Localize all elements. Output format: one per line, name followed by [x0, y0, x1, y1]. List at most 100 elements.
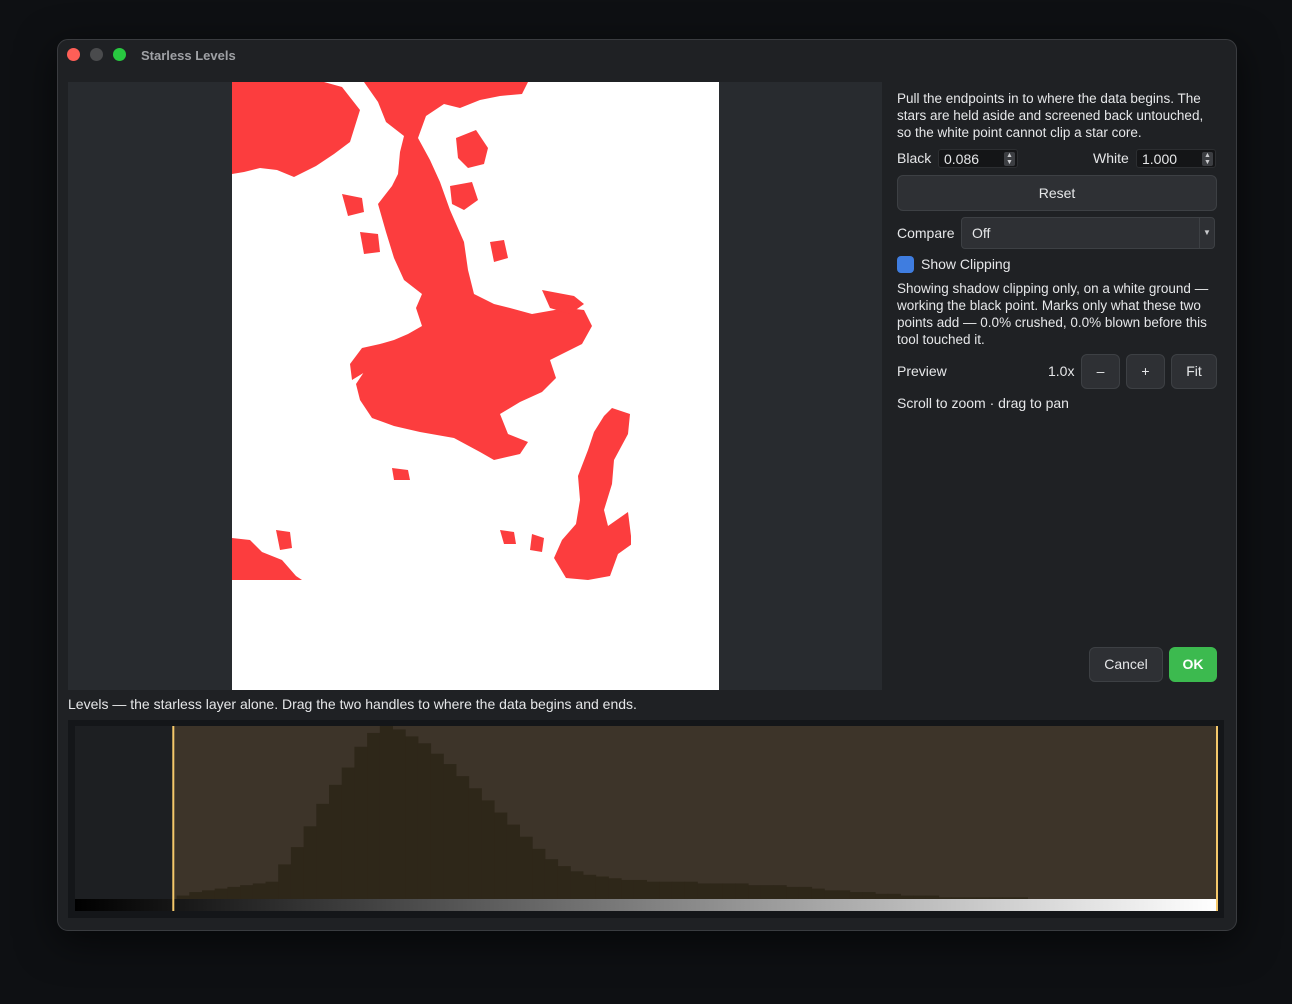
chevron-down-icon: ▼	[1199, 218, 1214, 248]
histogram-bar	[671, 881, 686, 899]
histogram-bar	[392, 729, 406, 899]
histogram-bar	[1014, 897, 1028, 899]
histogram-bar	[735, 883, 749, 899]
cancel-button[interactable]: Cancel	[1089, 647, 1163, 682]
histogram-bar	[773, 885, 787, 899]
reset-button[interactable]: Reset	[897, 175, 1217, 211]
histogram-bar	[786, 886, 800, 899]
histogram-bar	[456, 776, 470, 899]
histogram-bar	[316, 803, 330, 899]
show-clipping-label[interactable]: Show Clipping	[921, 256, 1011, 272]
black-point-value: 0.086	[944, 151, 980, 167]
compare-dropdown[interactable]: Off ▼	[961, 217, 1215, 249]
histogram-bar	[417, 743, 432, 899]
histogram-bar	[214, 888, 228, 899]
instructions-text: Pull the endpoints in to where the data …	[897, 91, 1204, 140]
histogram-bar	[964, 897, 978, 899]
histogram-bar	[570, 871, 584, 899]
histogram-bar	[468, 788, 482, 899]
black-point-spinbox[interactable]: 0.086 ▲ ▼	[938, 149, 1018, 168]
histogram-bar	[176, 895, 190, 899]
histogram-bar	[659, 881, 673, 899]
histogram-bar	[989, 897, 1003, 899]
preview-image[interactable]	[232, 82, 719, 690]
histogram-bar	[798, 886, 813, 899]
clipping-note-text: Showing shadow clipping only, on a white…	[897, 281, 1209, 347]
zoom-window-button[interactable]	[113, 48, 126, 61]
histogram-bar	[875, 893, 889, 899]
ok-button[interactable]: OK	[1169, 647, 1217, 682]
histogram-bar	[506, 824, 520, 899]
histogram-bar	[760, 885, 774, 899]
histogram-bar	[202, 890, 216, 899]
black-point-stepper-icon[interactable]: ▲ ▼	[1004, 152, 1015, 166]
histogram-bar	[265, 881, 279, 899]
histogram-bar	[837, 890, 851, 899]
zoom-in-button[interactable]: +	[1126, 354, 1165, 389]
zoom-out-button[interactable]: –	[1081, 354, 1120, 389]
histogram-bar	[608, 878, 622, 899]
histogram-bar	[887, 893, 901, 899]
image-preview[interactable]	[68, 82, 882, 690]
minimize-window-button[interactable]	[90, 48, 103, 61]
histogram-bar	[722, 883, 736, 899]
show-clipping-checkbox[interactable]	[897, 256, 914, 273]
histogram-bar	[824, 890, 838, 899]
window-title: Starless Levels	[141, 48, 236, 63]
histogram-bar	[303, 826, 317, 899]
gradient-bar	[75, 899, 1218, 911]
fit-button[interactable]: Fit	[1171, 354, 1217, 389]
histogram-bar	[379, 726, 393, 899]
histogram-bar	[227, 886, 241, 899]
compare-value: Off	[972, 225, 991, 241]
histogram-bar	[494, 812, 508, 899]
histogram-bar	[913, 895, 927, 899]
histogram-bar	[290, 847, 305, 899]
zoom-level-readout: 1.0x	[1048, 363, 1075, 379]
white-point-spinbox[interactable]: 1.000 ▲ ▼	[1136, 149, 1216, 168]
histogram-bar	[938, 897, 952, 899]
histogram-bar	[240, 885, 254, 899]
histogram-bar	[646, 881, 660, 899]
histogram-bar	[684, 881, 698, 899]
preview-label: Preview	[897, 363, 947, 379]
histogram-bar	[925, 895, 940, 899]
histogram-bar	[367, 732, 381, 899]
histogram-bar	[595, 876, 609, 899]
histogram-bar	[519, 836, 533, 899]
starless-levels-window: Starless Levels Pull the endpoints in to…	[57, 39, 1237, 931]
histogram-bar	[544, 859, 559, 899]
histogram-bar	[557, 866, 571, 899]
histogram-bar	[849, 892, 863, 899]
histogram-bar	[951, 897, 965, 899]
histogram-bar	[481, 800, 495, 899]
white-point-stepper-icon[interactable]: ▲ ▼	[1202, 152, 1213, 166]
histogram-bar	[811, 888, 825, 899]
histogram-bar	[633, 879, 647, 899]
title-bar: Starless Levels	[58, 40, 1236, 70]
black-point-label: Black	[897, 150, 932, 166]
histogram-bar	[900, 895, 914, 899]
zoom-hint-text: Scroll to zoom · drag to pan	[897, 395, 1069, 411]
histogram-bar	[1002, 897, 1016, 899]
histogram-bar	[189, 892, 203, 899]
histogram-bar	[430, 753, 444, 899]
histogram-bar	[443, 764, 457, 899]
histogram-bar	[252, 883, 266, 899]
white-point-value: 1.000	[1142, 151, 1178, 167]
close-window-button[interactable]	[67, 48, 80, 61]
histogram-bar	[748, 885, 762, 899]
histogram-bar	[621, 879, 635, 899]
histogram-bar	[329, 784, 343, 899]
histogram-bar	[710, 883, 724, 899]
histogram-bar	[976, 897, 990, 899]
compare-label: Compare	[897, 225, 955, 241]
histogram-bar	[862, 892, 876, 899]
levels-histogram[interactable]	[75, 726, 1218, 912]
levels-caption: Levels — the starless layer alone. Drag …	[68, 696, 637, 712]
white-point-label: White	[1093, 150, 1129, 166]
histogram-bar	[583, 874, 597, 899]
histogram-bar	[405, 736, 419, 899]
histogram-bar	[697, 883, 711, 899]
histogram-bar	[278, 864, 292, 899]
